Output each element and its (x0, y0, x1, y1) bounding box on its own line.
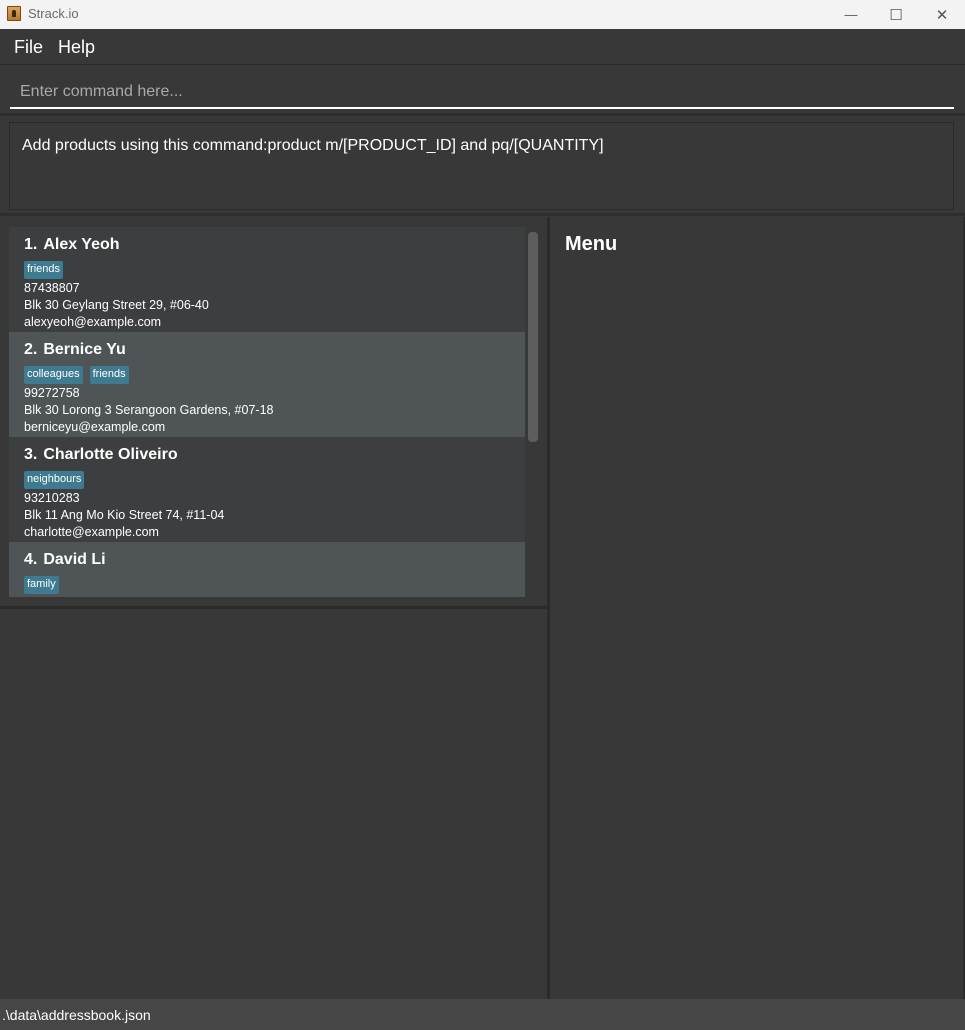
person-email: alexyeoh@example.com (24, 315, 162, 329)
person-card[interactable]: 1. Alex Yeoh friends 87438807 Blk 30 Geyl… (9, 227, 525, 332)
tag-list: colleagues friends (24, 366, 510, 384)
status-bar: .\data\addressbook.json (0, 999, 965, 1030)
person-name-text: Charlotte Oliveiro (43, 446, 178, 463)
minimize-icon: — (844, 7, 858, 22)
person-name: 1. Alex Yeoh (24, 236, 510, 258)
tag: family (24, 576, 59, 594)
person-address: Blk 30 Geylang Street 29, #06-40 (24, 298, 209, 312)
tag: neighbours (24, 471, 85, 489)
command-box (0, 66, 965, 116)
app-icon (7, 6, 21, 21)
tag-list: friends (24, 261, 510, 279)
person-index: 4. (24, 551, 38, 568)
person-email: berniceyu@example.com (24, 420, 166, 434)
person-address: Blk 11 Ang Mo Kio Street 74, #11-04 (24, 508, 225, 522)
person-email: charlotte@example.com (24, 525, 159, 539)
maximize-button[interactable]: ☐ (873, 0, 919, 29)
person-card[interactable]: 2. Bernice Yu colleagues friends 99272758… (9, 332, 525, 437)
menu-panel-title: Menu (565, 233, 618, 255)
person-index: 2. (24, 341, 38, 358)
window-title: Strack.io (28, 6, 79, 21)
menu-bar: File Help (0, 29, 965, 65)
person-name: 2. Bernice Yu (24, 341, 510, 363)
person-name: 3. Charlotte Oliveiro (24, 446, 510, 468)
result-display[interactable]: Add products using this command:product … (9, 122, 954, 210)
tag: friends (24, 261, 64, 279)
close-icon: ✕ (935, 6, 949, 24)
result-display-container: Add products using this command:product … (0, 117, 965, 216)
person-phone: 99272758 (24, 386, 80, 400)
person-name-text: Alex Yeoh (43, 236, 120, 253)
result-text: Add products using this command:product … (22, 137, 604, 154)
person-list[interactable]: 1. Alex Yeoh friends 87438807 Blk 30 Geyl… (9, 227, 525, 597)
person-list-panel: 1. Alex Yeoh friends 87438807 Blk 30 Geyl… (0, 217, 550, 999)
tag: friends (89, 366, 129, 384)
person-phone: 87438807 (24, 281, 80, 295)
title-bar: Strack.io — ☐ ✕ (0, 0, 965, 29)
person-name-text: David Li (43, 551, 106, 568)
person-name: 4. David Li (24, 551, 510, 573)
scrollbar-thumb[interactable] (528, 232, 538, 442)
person-index: 1. (24, 236, 38, 253)
save-file-path: .\data\addressbook.json (2, 1007, 151, 1023)
person-card[interactable]: 4. David Li family 91031282 (9, 542, 525, 597)
tag-list: family (24, 576, 510, 594)
minimize-button[interactable]: — (828, 0, 874, 29)
maximize-icon: ☐ (889, 6, 903, 24)
panel-divider (0, 606, 550, 609)
person-index: 3. (24, 446, 38, 463)
person-list-scrollbar[interactable] (525, 227, 541, 597)
person-name-text: Bernice Yu (43, 341, 126, 358)
menu-panel: Menu (553, 217, 965, 999)
close-button[interactable]: ✕ (919, 0, 965, 29)
tag-list: neighbours (24, 471, 510, 489)
command-input[interactable] (10, 76, 954, 109)
person-phone: 91031282 (24, 595, 510, 597)
menu-file[interactable]: File (14, 37, 43, 58)
person-card[interactable]: 3. Charlotte Oliveiro neighbours 93210283… (9, 437, 525, 542)
person-phone: 93210283 (24, 491, 80, 505)
tag: colleagues (24, 366, 83, 384)
person-address: Blk 30 Lorong 3 Serangoon Gardens, #07-1… (24, 403, 274, 417)
menu-help[interactable]: Help (58, 37, 95, 58)
